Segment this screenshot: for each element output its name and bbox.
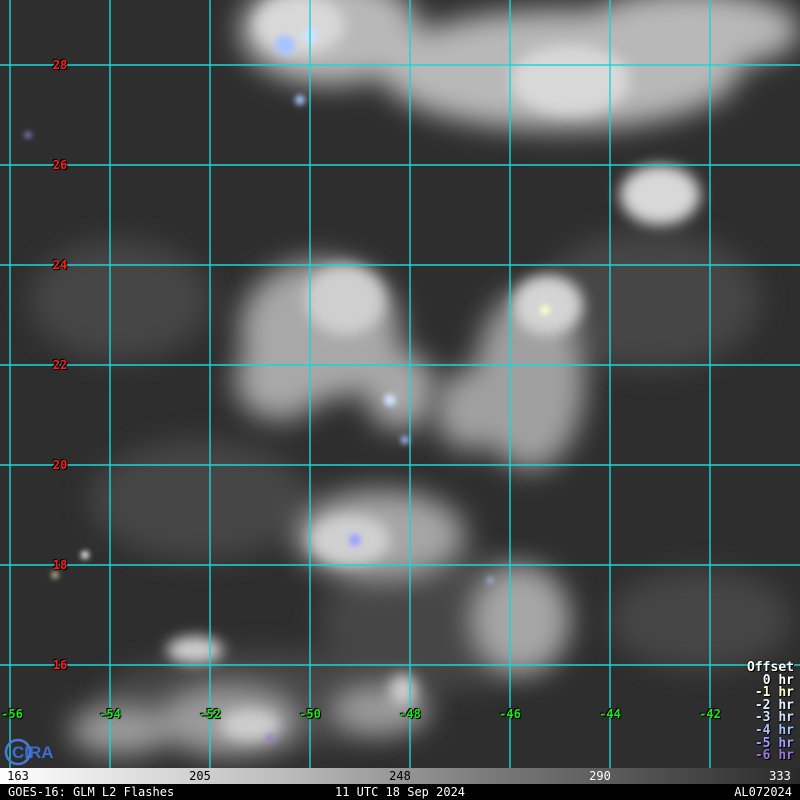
lon-label-48: -48 (399, 707, 421, 721)
legend-entry: -6 hr (754, 748, 794, 764)
lon-label-54: -54 (99, 707, 121, 721)
logo-text: CIRA (12, 743, 54, 762)
lat-label-24: 24 (52, 258, 68, 272)
colorbar-tick: 290 (589, 769, 611, 783)
cloud-field (0, 0, 800, 768)
lon-label-56: -56 (1, 707, 23, 721)
lon-label-44: -44 (599, 707, 621, 721)
temperature-colorbar: 163 205 248 290 333 (0, 768, 800, 784)
lon-label-52: -52 (199, 707, 221, 721)
colorbar-tick: 248 (389, 769, 411, 783)
lat-label-16: 16 (52, 658, 68, 672)
offset-legend: Offset 0 hr -1 hr -2 hr -3 hr -4 hr -5 h… (747, 661, 794, 764)
lat-label-22: 22 (52, 358, 68, 372)
footer-timestamp: 11 UTC 18 Sep 2024 (334, 785, 466, 799)
lat-label-28: 28 (52, 58, 68, 72)
lat-label-26: 26 (52, 158, 68, 172)
footer-storm-id: AL072024 (734, 785, 792, 799)
lat-label-18: 18 (52, 558, 68, 572)
lat-label-20: 20 (52, 458, 68, 472)
satellite-imagery: 28 26 24 22 20 18 16 -56 -54 -52 -50 -48… (0, 0, 800, 768)
colorbar-tick: 333 (769, 769, 791, 783)
lon-label-42: -42 (699, 707, 721, 721)
lon-label-50: -50 (299, 707, 321, 721)
footer-product-label: GOES-16: GLM L2 Flashes (8, 785, 175, 799)
colorbar-tick: 205 (189, 769, 211, 783)
footer-bar: GOES-16: GLM L2 Flashes 11 UTC 18 Sep 20… (0, 784, 800, 800)
colorbar-tick: 163 (7, 769, 29, 783)
lon-label-46: -46 (499, 707, 521, 721)
cira-logo: CIRA (4, 738, 74, 766)
